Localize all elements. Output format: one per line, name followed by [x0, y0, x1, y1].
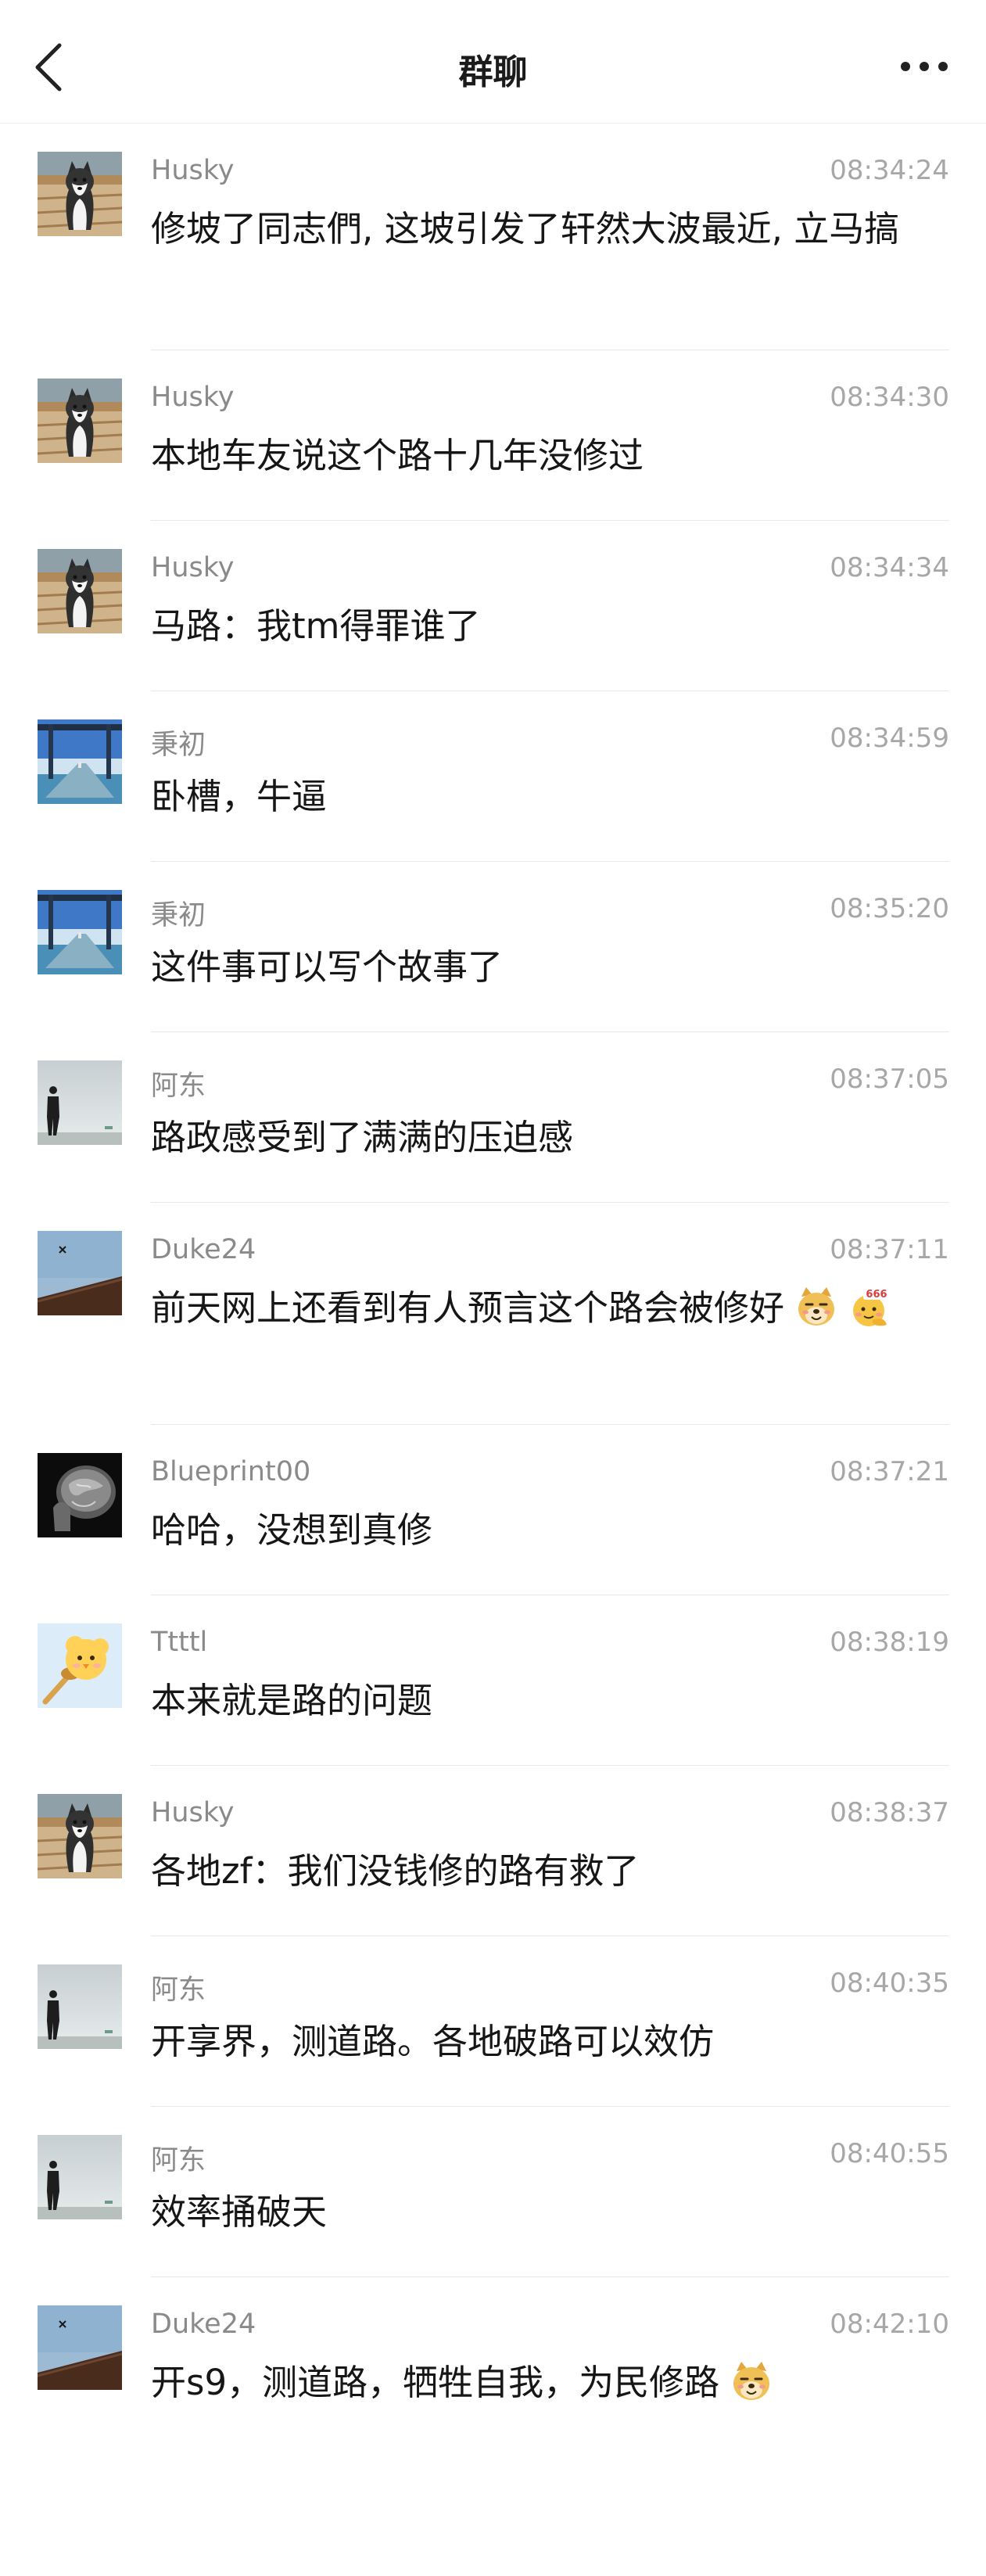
- message-text: 哈哈，没想到真修: [151, 1501, 955, 1559]
- 666-emoji-icon: 666: [852, 1287, 890, 1326]
- chat-header: 群聊: [0, 0, 986, 124]
- message-text: 本地车友说这个路十几年没修过: [151, 427, 955, 485]
- husky-dog-icon: [38, 1794, 122, 1878]
- message-timestamp: 08:42:10: [830, 2309, 949, 2340]
- message-text-content: 本来就是路的问题: [151, 1680, 433, 1721]
- message-list: Husky 08:34:24 修坡了同志們, 这坡引发了轩然大波最近, 立马搞 Hu…: [0, 124, 986, 2457]
- sender-name[interactable]: 秉初: [151, 723, 206, 762]
- sender-name[interactable]: Husky: [151, 382, 234, 413]
- avatar[interactable]: [38, 1794, 122, 1878]
- message-row: Husky 08:34:34 马路：我tm得罪谁了: [0, 521, 986, 691]
- message-text-content: 各地zf：我们没钱修的路有救了: [151, 1850, 640, 1892]
- doge-emoji-icon: [798, 1287, 835, 1326]
- message-row: 阿东 08:40:55 效率捅破天: [0, 2107, 986, 2277]
- message-timestamp: 08:38:37: [830, 1797, 949, 1828]
- message-text: 开s9，测道路，牺牲自我，为民修路: [151, 2354, 955, 2412]
- husky-dog-icon: [38, 549, 122, 633]
- message-row: Blueprint00 08:37:21 哈哈，没想到真修: [0, 1425, 986, 1595]
- message-text: 路政感受到了满满的压迫感: [151, 1109, 955, 1167]
- message-row: 阿东 08:40:35 开享界，测道路。各地破路可以效仿: [0, 1936, 986, 2107]
- message-row: Husky 08:34:24 修坡了同志們, 这坡引发了轩然大波最近, 立马搞: [0, 124, 986, 350]
- message-row: 秉初 08:35:20 这件事可以写个故事了: [0, 862, 986, 1032]
- message-text-content: 本地车友说这个路十几年没修过: [151, 435, 644, 476]
- avatar[interactable]: [38, 379, 122, 463]
- message-timestamp: 08:40:55: [830, 2138, 949, 2169]
- message-text: 修坡了同志們, 这坡引发了轩然大波最近, 立马搞: [151, 200, 955, 258]
- message-text-content: 马路：我tm得罪谁了: [151, 605, 481, 647]
- man-silhouette-photo-icon: [38, 2135, 122, 2219]
- sender-name[interactable]: Duke24: [151, 1234, 256, 1265]
- message-text: 本来就是路的问题: [151, 1672, 955, 1730]
- avatar[interactable]: [38, 719, 122, 804]
- message-timestamp: 08:37:21: [830, 1456, 949, 1487]
- message-text: 各地zf：我们没钱修的路有救了: [151, 1842, 955, 1900]
- man-silhouette-photo-icon: [38, 1964, 122, 2049]
- message-text: 马路：我tm得罪谁了: [151, 597, 955, 655]
- message-text: 卧槽，牛逼: [151, 768, 955, 826]
- message-row: Husky 08:34:30 本地车友说这个路十几年没修过: [0, 350, 986, 521]
- avatar[interactable]: [38, 1060, 122, 1145]
- svg-text:666: 666: [866, 1289, 887, 1301]
- message-timestamp: 08:34:34: [830, 552, 949, 583]
- message-text-content: 路政感受到了满满的压迫感: [151, 1117, 574, 1158]
- sender-name[interactable]: 阿东: [151, 1064, 206, 1103]
- avatar[interactable]: [38, 1231, 122, 1315]
- message-timestamp: 08:40:35: [830, 1968, 949, 1999]
- message-text-content: 前天网上还看到有人预言这个路会被修好: [151, 1287, 785, 1329]
- message-timestamp: 08:34:59: [830, 723, 949, 754]
- sender-name[interactable]: Husky: [151, 1797, 234, 1828]
- message-text-content: 卧槽，牛逼: [151, 776, 328, 817]
- avatar[interactable]: [38, 1453, 122, 1537]
- avatar[interactable]: [38, 152, 122, 236]
- message-timestamp: 08:37:11: [830, 1234, 949, 1265]
- message-text-content: 修坡了同志們, 这坡引发了轩然大波最近, 立马搞: [151, 208, 900, 249]
- cartoon-chick-icon: [38, 1623, 122, 1708]
- message-timestamp: 08:34:24: [830, 155, 949, 186]
- roof-sky-photo-icon: [38, 1231, 122, 1315]
- avatar[interactable]: [38, 890, 122, 974]
- message-text: 前天网上还看到有人预言这个路会被修好 666: [151, 1279, 955, 1337]
- message-row: 阿东 08:37:05 路政感受到了满满的压迫感: [0, 1032, 986, 1203]
- avatar[interactable]: [38, 2135, 122, 2219]
- brain-scan-icon: [38, 1453, 122, 1537]
- avatar[interactable]: [38, 2305, 122, 2390]
- bridge-photo-icon: [38, 719, 122, 804]
- message-text-content: 开s9，测道路，牺牲自我，为民修路: [151, 2362, 720, 2403]
- sender-name[interactable]: Ttttl: [151, 1627, 207, 1658]
- sender-name[interactable]: Blueprint00: [151, 1456, 310, 1487]
- bridge-photo-icon: [38, 890, 122, 974]
- sender-name[interactable]: 秉初: [151, 893, 206, 933]
- message-text-content: 效率捅破天: [151, 2191, 328, 2233]
- message-timestamp: 08:35:20: [830, 893, 949, 924]
- avatar[interactable]: [38, 1623, 122, 1708]
- husky-dog-icon: [38, 152, 122, 236]
- sender-name[interactable]: 阿东: [151, 2138, 206, 2178]
- message-row: Duke24 08:42:10 开s9，测道路，牺牲自我，为民修路: [0, 2277, 986, 2457]
- message-row: Ttttl 08:38:19 本来就是路的问题: [0, 1595, 986, 1766]
- message-row: Husky 08:38:37 各地zf：我们没钱修的路有救了: [0, 1766, 986, 1936]
- message-row: Duke24 08:37:11 前天网上还看到有人预言这个路会被修好 666: [0, 1203, 986, 1425]
- avatar[interactable]: [38, 549, 122, 633]
- message-text-content: 这件事可以写个故事了: [151, 946, 504, 988]
- message-timestamp: 08:37:05: [830, 1064, 949, 1095]
- more-options-icon[interactable]: [900, 61, 948, 72]
- roof-sky-photo-icon: [38, 2305, 122, 2390]
- message-text-content: 哈哈，没想到真修: [151, 1509, 433, 1551]
- message-text-content: 开享界，测道路。各地破路可以效仿: [151, 2021, 715, 2062]
- doge-emoji-icon: [733, 2362, 770, 2400]
- sender-name[interactable]: Duke24: [151, 2309, 256, 2340]
- message-timestamp: 08:34:30: [830, 382, 949, 413]
- page-title: 群聊: [458, 52, 528, 92]
- message-timestamp: 08:38:19: [830, 1627, 949, 1658]
- husky-dog-icon: [38, 379, 122, 463]
- sender-name[interactable]: 阿东: [151, 1968, 206, 2007]
- sender-name[interactable]: Husky: [151, 552, 234, 583]
- message-text: 这件事可以写个故事了: [151, 938, 955, 996]
- message-text: 开享界，测道路。各地破路可以效仿: [151, 2013, 955, 2071]
- man-silhouette-photo-icon: [38, 1060, 122, 1145]
- sender-name[interactable]: Husky: [151, 155, 234, 186]
- message-text: 效率捅破天: [151, 2183, 955, 2241]
- message-row: 秉初 08:34:59 卧槽，牛逼: [0, 691, 986, 862]
- avatar[interactable]: [38, 1964, 122, 2049]
